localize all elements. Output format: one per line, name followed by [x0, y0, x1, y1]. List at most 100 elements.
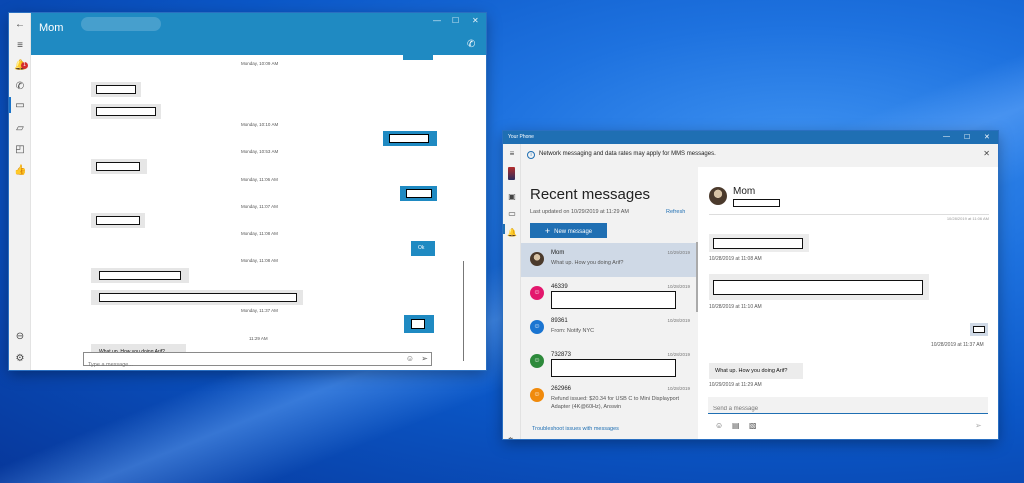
message-bubble-outgoing[interactable]: Ok	[411, 241, 435, 256]
timestamp: 10/28/2019 at 11:37 AM	[931, 342, 984, 348]
message-bubble-outgoing[interactable]	[403, 55, 433, 60]
notifications-icon[interactable]: 🔔	[507, 228, 517, 238]
cast-icon[interactable]: ◰	[14, 144, 26, 156]
timestamp: Monday, 11:08 AM	[241, 258, 278, 263]
message-bubble-incoming[interactable]	[91, 159, 147, 174]
send-message-box[interactable]	[708, 397, 988, 417]
troubleshoot-link[interactable]: Troubleshoot issues with messages	[532, 426, 619, 432]
message-bubble-incoming[interactable]	[91, 82, 141, 97]
back-arrow-icon[interactable]: ←	[14, 19, 26, 31]
minimize-button[interactable]: —	[943, 133, 950, 140]
send-icon[interactable]: ➢	[975, 421, 982, 430]
divider	[709, 214, 989, 215]
recent-messages-heading: Recent messages	[530, 186, 651, 203]
conversation-date: 10/28/2019	[667, 352, 690, 357]
timestamp: Monday, 10:53 AM	[241, 149, 279, 154]
refresh-link[interactable]: Refresh	[666, 209, 685, 215]
minus-circle-icon[interactable]: ⊖	[14, 331, 26, 343]
conversation-item-mom[interactable]: Mom 10/29/2019 What up. How you doing Ar…	[521, 243, 698, 277]
person-avatar-icon: ☺	[530, 286, 544, 300]
close-button[interactable]: ✕	[984, 133, 990, 141]
timestamp: 10/28/2019 at 11:08 AM	[709, 256, 762, 262]
new-message-button[interactable]: + New message	[530, 223, 607, 238]
conversation-item[interactable]: ☺ 732873 10/28/2019	[521, 345, 698, 379]
conversation-panel: Mom 10/28/2019 at 11:06 AM 10/28/2019 at…	[698, 167, 998, 439]
conversation-item[interactable]: ☺ 89361 10/28/2019 From: Notify NYC	[521, 311, 698, 345]
timestamp: Monday, 10:09 AM	[241, 61, 279, 66]
emoji-icon[interactable]: ☺	[406, 354, 414, 363]
conversation-item[interactable]: ☺ 46339 10/28/2019	[521, 277, 698, 311]
banner-text: Network messaging and data rates may app…	[539, 151, 716, 157]
timestamp: 10/28/2019 at 11:06 AM	[946, 216, 989, 221]
thread-scrollbar[interactable]	[463, 261, 464, 361]
message-bubble-incoming[interactable]	[91, 268, 189, 283]
message-bubble-incoming[interactable]	[709, 274, 929, 300]
contact-name: Mom	[733, 186, 756, 197]
notification-badge: 1	[21, 62, 28, 69]
call-icon[interactable]: ✆	[467, 39, 475, 50]
recent-messages-panel: Recent messages Last updated on 10/29/20…	[521, 167, 698, 439]
timestamp: Monday, 11:37 AM	[241, 308, 278, 313]
messages-icon[interactable]: ▭	[14, 100, 26, 112]
contact-name: Mom	[551, 250, 565, 256]
phone-thumbnail-icon[interactable]	[508, 167, 515, 180]
message-bubble-incoming[interactable]	[91, 104, 161, 119]
title-bar: Your Phone — ☐ ✕	[503, 131, 998, 144]
message-input-box[interactable]: ☺ ➢	[83, 352, 432, 370]
chat-header: Mom — ☐ ✕ ✆	[31, 13, 486, 55]
timestamp: 10/28/2019 at 11:10 AM	[709, 304, 762, 310]
message-bubble-incoming[interactable]: What up. How you doing Arif?	[709, 363, 803, 379]
send-icon[interactable]: ➢	[421, 354, 428, 363]
message-bubble-outgoing[interactable]	[400, 186, 437, 201]
window-title: Your Phone	[508, 134, 534, 140]
conversation-date: 10/28/2019	[667, 386, 690, 391]
image-icon[interactable]: ▧	[749, 421, 757, 430]
minimize-button[interactable]: —	[433, 16, 441, 25]
timestamp: Monday, 11:07 AM	[241, 204, 278, 209]
phone-icon[interactable]: ✆	[14, 81, 26, 93]
contact-name: 89361	[551, 318, 568, 324]
messages-icon[interactable]: ▭	[507, 209, 517, 219]
photos-icon[interactable]: ▱	[14, 123, 26, 135]
timestamp: Monday, 11:08 AM	[241, 231, 278, 236]
maximize-button[interactable]: ☐	[964, 133, 970, 141]
redacted-preview	[551, 359, 676, 377]
send-message-input[interactable]	[708, 401, 968, 417]
menu-icon[interactable]: ≡	[14, 40, 26, 52]
message-bubble-outgoing[interactable]	[970, 323, 988, 336]
conversation-item[interactable]: ☺ 262966 10/28/2019 Refund issued: $20.3…	[521, 379, 698, 419]
message-input[interactable]	[84, 359, 384, 370]
left-nav-rail: ← ≡ 🔔 1 ✆ ▭ ▱ ◰ 👍 ⊖ ⚙	[9, 13, 31, 370]
banner-close-icon[interactable]: ✕	[983, 149, 990, 158]
contact-name: 46339	[551, 284, 568, 290]
settings-gear-icon[interactable]: ⚙	[507, 436, 514, 439]
message-thread: Monday, 10:09 AM Monday, 10:10 AM Monday…	[31, 55, 486, 361]
plus-icon: +	[544, 225, 551, 236]
info-banner: i Network messaging and data rates may a…	[521, 144, 998, 167]
redacted-preview	[551, 291, 676, 309]
settings-gear-icon[interactable]: ⚙	[14, 353, 26, 365]
close-button[interactable]: ✕	[472, 16, 479, 25]
selected-indicator	[503, 224, 505, 234]
thumbs-up-icon[interactable]: 👍	[14, 165, 26, 177]
message-bubble-outgoing[interactable]	[383, 131, 437, 146]
message-bubble-incoming[interactable]	[91, 290, 303, 305]
redacted-number	[733, 199, 780, 207]
blurred-name	[81, 17, 161, 31]
message-bubble-incoming[interactable]	[709, 234, 809, 252]
conversation-date: 10/28/2019	[667, 318, 690, 323]
message-bubble-incoming[interactable]	[91, 213, 145, 228]
emoji-icon[interactable]: ☺	[715, 421, 723, 430]
menu-icon[interactable]: ≡	[507, 149, 517, 159]
message-bubble-outgoing[interactable]	[404, 315, 434, 333]
conversation-date: 10/29/2019	[667, 250, 690, 255]
maximize-button[interactable]: ☐	[452, 16, 459, 25]
timestamp: Monday, 10:10 AM	[241, 122, 279, 127]
your-phone-window: Your Phone — ☐ ✕ ≡ ▣ ▭ 🔔 ⚙ i Network mes…	[503, 131, 998, 439]
info-icon: i	[527, 151, 535, 159]
photos-icon[interactable]: ▣	[507, 192, 517, 202]
left-nav-rail: ≡ ▣ ▭ 🔔 ⚙	[503, 144, 521, 439]
conversation-preview: From: Notify NYC	[551, 328, 595, 334]
chat-title: Mom	[39, 22, 64, 34]
gif-icon[interactable]: ▤	[732, 421, 740, 430]
